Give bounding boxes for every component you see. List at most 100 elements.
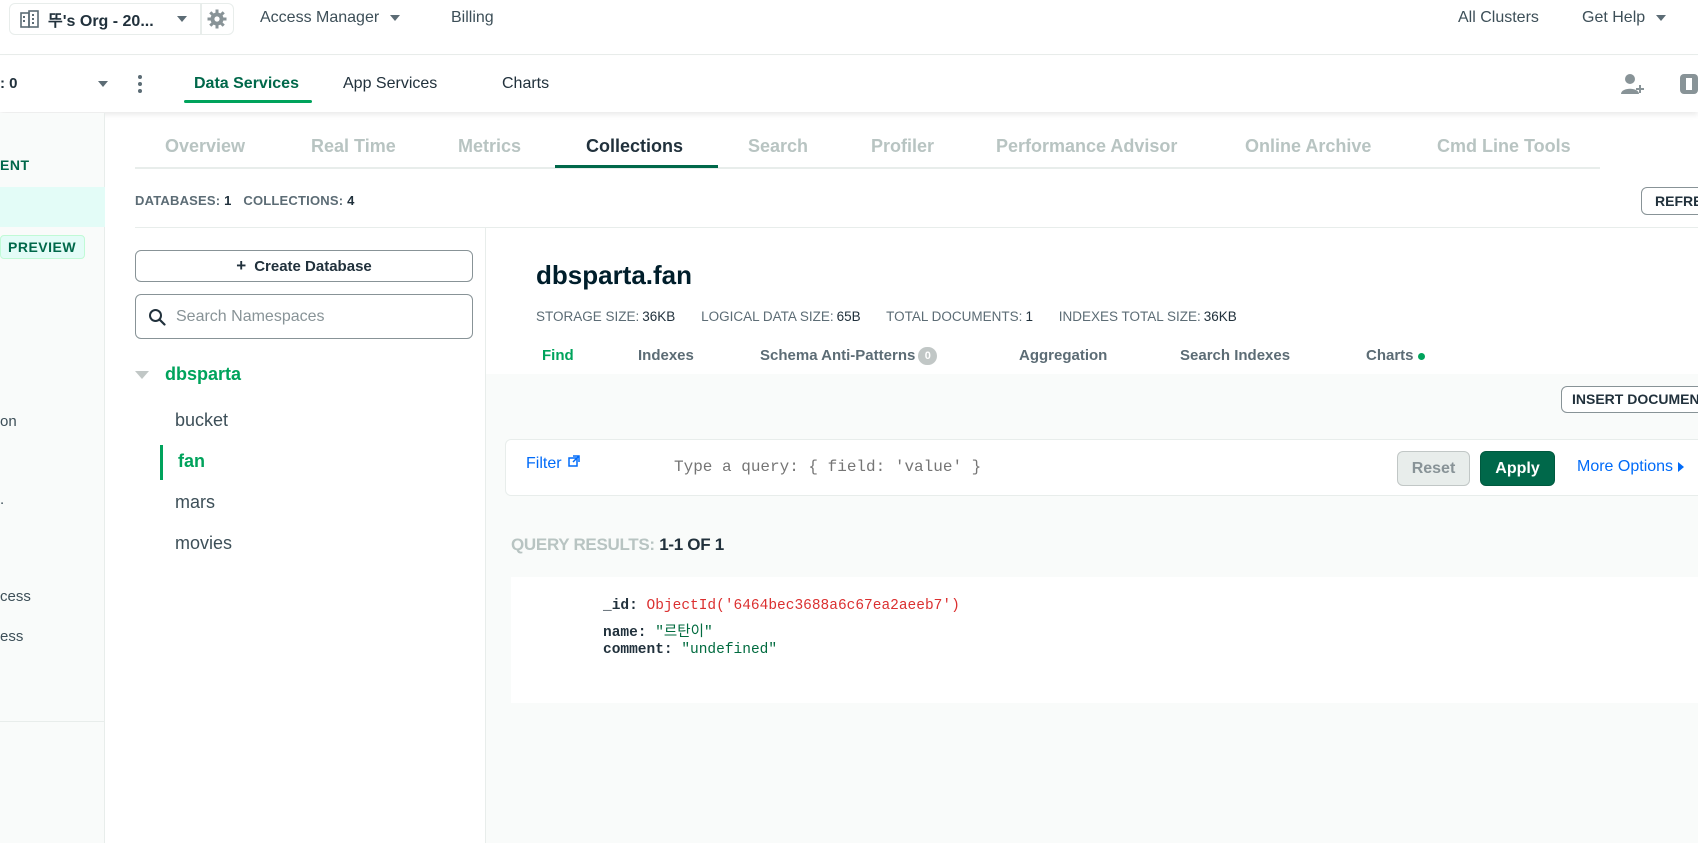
document-field: _id: ObjectId('6464bec3688a6c67ea2aeeb7'… [603,598,960,614]
access-manager-menu[interactable]: Access Manager [260,9,400,27]
left-sidebar: ENT PREVIEW on . cess ess [0,113,105,843]
namespace-search[interactable] [135,294,473,339]
project-navigation-bar: : 0 Data Services App Services Charts [0,56,1698,112]
total-documents-value: 1 [1025,309,1033,324]
active-tab-indicator [184,100,312,103]
document-card[interactable]: _id: ObjectId('6464bec3688a6c67ea2aeeb7'… [511,577,1698,703]
project-name: : 0 [0,75,18,92]
tab-charts[interactable]: Charts [1366,347,1425,364]
chevron-right-icon [1678,461,1685,472]
more-options-button[interactable]: More Options [1577,458,1685,476]
sidebar-item[interactable]: cess [0,588,31,605]
filter-link[interactable]: Filter [526,455,580,473]
tab-cmd-line-tools[interactable]: Cmd Line Tools [1437,136,1571,157]
project-selector[interactable]: : 0 [0,75,18,92]
document-field: name: "르탄이" [603,620,713,641]
tab-aggregation[interactable]: Aggregation [1019,347,1107,364]
collection-item-movies[interactable]: movies [175,533,232,554]
namespace-search-input[interactable] [176,307,456,326]
tab-collections[interactable]: Collections [586,136,683,157]
field-value: "르탄이" [655,625,713,641]
tab-profiler[interactable]: Profiler [871,136,934,157]
filter-label: Filter [526,455,562,472]
total-documents-stat: TOTAL DOCUMENTS: 1 [886,309,1033,324]
database-counts: DATABASES: 1 COLLECTIONS: 4 [135,193,355,208]
refresh-label: REFRESH [1655,193,1698,209]
field-key: comment: [603,642,673,658]
add-user-icon[interactable] [1620,72,1646,96]
insert-document-button[interactable]: INSERT DOCUMENT [1561,386,1698,413]
tab-schema-anti-patterns[interactable]: Schema Anti-Patterns 0 [760,347,938,366]
more-vertical-icon[interactable] [137,74,143,94]
field-key: _id: [603,598,638,614]
chevron-down-icon [1655,14,1666,21]
more-options-label: More Options [1577,458,1674,475]
chevron-down-icon[interactable] [98,81,108,87]
collection-title: dbsparta.fan [536,260,693,290]
refresh-button[interactable]: REFRESH [1641,187,1698,215]
external-link-icon [568,455,580,467]
create-database-label: Create Database [254,257,372,275]
indexes-size-stat: INDEXES TOTAL SIZE: 36KB [1059,309,1237,324]
chevron-down-icon [177,16,187,22]
org-name: 뚜's Org - 20... [48,13,154,30]
collection-item-mars[interactable]: mars [175,492,215,513]
databases-label: DATABASES: [135,193,221,208]
gear-icon [207,9,227,29]
tab-metrics[interactable]: Metrics [458,136,521,157]
logical-size-label: LOGICAL DATA SIZE: [701,309,834,324]
collection-stats: STORAGE SIZE: 36KB LOGICAL DATA SIZE: 65B … [536,309,1259,324]
schema-anti-patterns-label: Schema Anti-Patterns [760,347,916,364]
sidebar-item[interactable]: . [0,491,4,508]
query-results-range: 1-1 OF 1 [659,535,724,554]
org-settings-button[interactable] [200,3,234,35]
top-navigation-bar: 뚜's Org - 20... Access Manager Billing A… [0,0,1698,55]
org-selector[interactable]: 뚜's Org - 20... [9,3,202,35]
database-item-dbsparta[interactable]: dbsparta [165,364,241,385]
collections-label: COLLECTIONS: [243,193,344,208]
query-input[interactable] [674,458,1274,476]
expand-caret-icon[interactable] [135,371,149,379]
query-results-summary: QUERY RESULTS: 1-1 OF 1 [511,535,724,555]
get-help-menu[interactable]: Get Help [1582,9,1666,27]
integrations-icon[interactable] [1678,72,1698,96]
tab-indexes[interactable]: Indexes [638,347,694,364]
apply-button[interactable]: Apply [1480,451,1555,486]
databases-count: 1 [224,193,232,208]
all-clusters-link[interactable]: All Clusters [1458,9,1539,27]
tab-overview[interactable]: Overview [165,136,245,157]
field-value: "undefined" [681,642,778,658]
indexes-size-label: INDEXES TOTAL SIZE: [1058,309,1201,324]
preview-badge: PREVIEW [0,235,85,259]
collection-item-fan[interactable]: fan [178,451,205,472]
sidebar-item-active[interactable] [0,187,105,227]
charts-tab-label: Charts [1366,347,1414,364]
active-collection-indicator [160,445,163,480]
tab-real-time[interactable]: Real Time [311,136,396,157]
tab-performance-advisor[interactable]: Performance Advisor [996,136,1177,157]
create-database-button[interactable]: + Create Database [135,250,473,282]
content-divider [135,227,1698,228]
tab-app-services[interactable]: App Services [343,75,437,93]
tab-online-archive[interactable]: Online Archive [1245,136,1371,157]
tab-find[interactable]: Find [542,347,574,364]
collection-tabs: Find Indexes Schema Anti-Patterns 0 Aggre… [486,340,1698,374]
collections-count: 4 [347,193,355,208]
document-field: comment: "undefined" [603,642,777,658]
tab-charts[interactable]: Charts [502,75,549,93]
get-help-label: Get Help [1582,9,1646,26]
tab-search[interactable]: Search [748,136,808,157]
field-value: ObjectId('6464bec3688a6c67ea2aeeb7') [646,598,960,614]
chevron-down-icon [389,14,400,21]
sidebar-item[interactable]: ess [0,628,23,645]
reset-button[interactable]: Reset [1397,451,1470,486]
cluster-subtabs: Overview Real Time Metrics Collections S… [135,128,1600,169]
billing-link[interactable]: Billing [451,9,494,27]
tab-data-services[interactable]: Data Services [194,75,299,93]
query-filter-bar: Filter Reset Apply More Options [505,439,1698,496]
building-icon [20,10,39,28]
collection-item-bucket[interactable]: bucket [175,410,228,431]
tab-search-indexes[interactable]: Search Indexes [1180,347,1290,364]
logical-size-stat: LOGICAL DATA SIZE: 65B [701,309,861,324]
sidebar-item[interactable]: on [0,413,17,430]
